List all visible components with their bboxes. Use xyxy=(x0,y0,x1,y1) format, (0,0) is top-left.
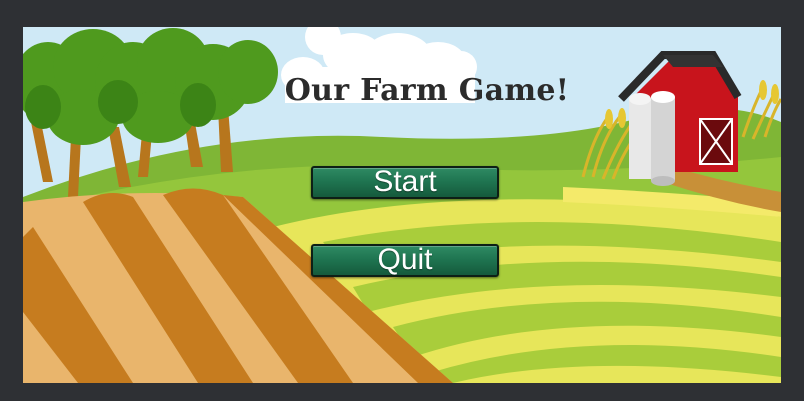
game-title: Our Farm Game! xyxy=(284,73,570,108)
game-canvas: Our Farm Game! Start Quit xyxy=(23,27,781,383)
start-button[interactable]: Start xyxy=(311,166,499,199)
quit-button[interactable]: Quit xyxy=(311,244,499,277)
